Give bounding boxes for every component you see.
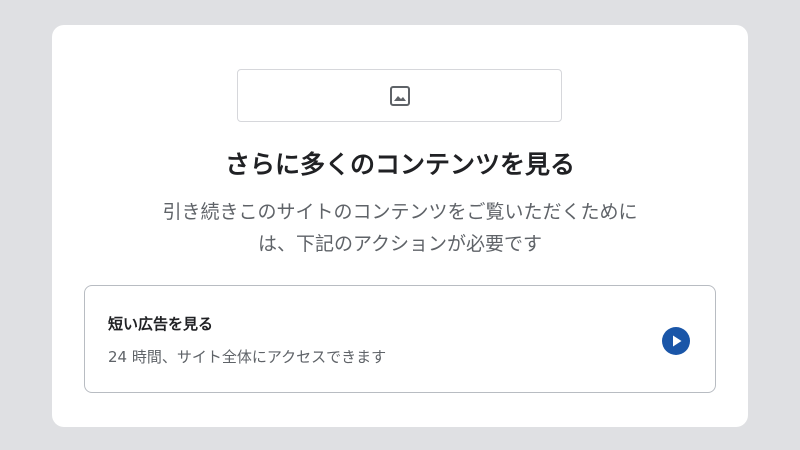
watch-ad-option-button[interactable]: 短い広告を見る 24 時間、サイト全体にアクセスできます bbox=[84, 285, 716, 393]
content-unlock-dialog: さらに多くのコンテンツを見る 引き続きこのサイトのコンテンツをご覧いただくために… bbox=[52, 25, 748, 427]
dialog-title: さらに多くのコンテンツを見る bbox=[224, 150, 575, 179]
option-description: 24 時間、サイト全体にアクセスできます bbox=[108, 348, 387, 366]
play-circle-icon bbox=[662, 327, 690, 355]
subtitle-line-2: は、下記のアクションが必要です bbox=[257, 233, 543, 255]
subtitle-line-1: 引き続きこのサイトのコンテンツをご覧いただくために bbox=[162, 201, 638, 223]
page-backdrop: さらに多くのコンテンツを見る 引き続きこのサイトのコンテンツをご覧いただくために… bbox=[0, 0, 800, 450]
image-placeholder bbox=[237, 69, 562, 122]
dialog-subtitle: 引き続きこのサイトのコンテンツをご覧いただくために は、下記のアクションが必要で… bbox=[112, 196, 688, 260]
option-title: 短い広告を見る bbox=[108, 315, 214, 333]
image-icon bbox=[389, 85, 410, 106]
